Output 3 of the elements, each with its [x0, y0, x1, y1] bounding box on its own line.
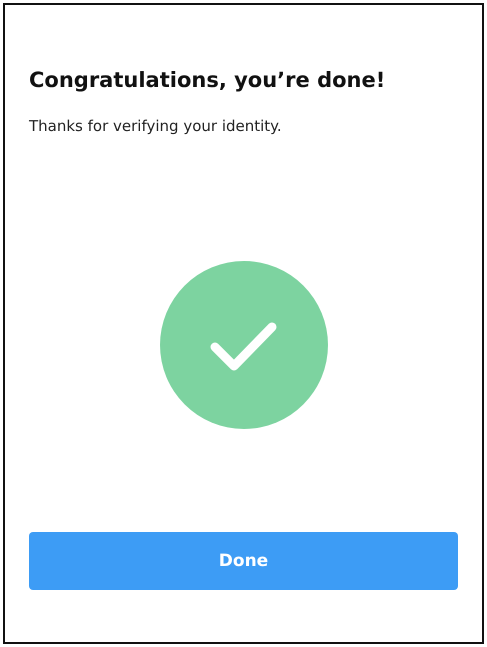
done-button[interactable]: Done: [29, 532, 458, 590]
dialog-title: Congratulations, you’re done!: [29, 67, 386, 94]
message-text: Thanks for verifying your identity.: [29, 116, 283, 137]
